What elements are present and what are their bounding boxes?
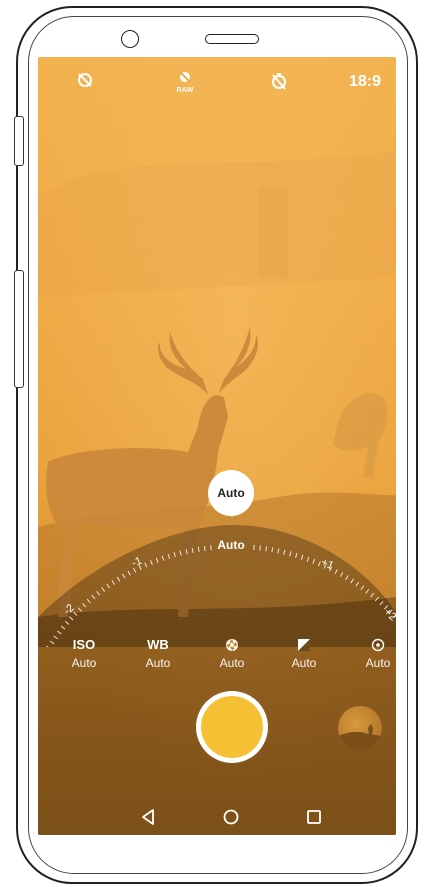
dial-tick bbox=[210, 545, 212, 551]
rotate-off-icon[interactable] bbox=[76, 71, 94, 92]
camera-viewfinder[interactable]: RAW 18:9 Auto Auto -1 -2 +1 +2 ISO Auto … bbox=[38, 57, 396, 835]
recents-icon[interactable] bbox=[302, 805, 326, 829]
wb-setting[interactable]: WB Auto bbox=[128, 637, 188, 670]
power-button bbox=[14, 270, 24, 388]
manual-settings-row: ISO Auto WB Auto Auto Auto Auto bbox=[38, 637, 396, 677]
aspect-ratio-toggle[interactable]: 18:9 bbox=[340, 73, 390, 91]
dial-tick bbox=[259, 545, 261, 551]
exposure-value: Auto bbox=[291, 656, 317, 670]
dial-tick bbox=[204, 545, 206, 551]
exposure-setting[interactable]: Auto bbox=[274, 637, 334, 670]
exposure-icon bbox=[298, 639, 310, 651]
shutter-button[interactable] bbox=[196, 691, 268, 763]
focus-value: Auto bbox=[365, 656, 391, 670]
aperture-icon bbox=[226, 639, 238, 651]
focus-setting[interactable]: Auto bbox=[348, 637, 396, 670]
bubble-pointer bbox=[226, 509, 238, 517]
wb-title: WB bbox=[147, 637, 169, 652]
back-icon[interactable] bbox=[136, 805, 160, 829]
shutter-inner bbox=[201, 696, 263, 758]
dial-label-center: Auto bbox=[217, 538, 244, 552]
iso-title: ISO bbox=[72, 637, 96, 652]
raw-label: RAW bbox=[176, 87, 194, 94]
aperture-value: Auto bbox=[219, 656, 245, 670]
aperture-setting[interactable]: Auto bbox=[202, 637, 262, 670]
focus-icon bbox=[371, 638, 385, 652]
iso-value: Auto bbox=[71, 656, 97, 670]
wb-value: Auto bbox=[145, 656, 171, 670]
iso-setting[interactable]: ISO Auto bbox=[54, 637, 114, 670]
timer-off-icon[interactable] bbox=[269, 71, 289, 94]
raw-icon[interactable]: RAW bbox=[170, 71, 200, 94]
system-nav-bar bbox=[38, 795, 396, 835]
gallery-thumbnail[interactable] bbox=[338, 706, 382, 750]
exposure-dial[interactable]: Auto -1 -2 +1 +2 bbox=[38, 517, 396, 647]
front-camera bbox=[121, 30, 139, 48]
home-icon[interactable] bbox=[219, 805, 243, 829]
earpiece-speaker bbox=[205, 34, 259, 44]
volume-button bbox=[14, 116, 24, 166]
